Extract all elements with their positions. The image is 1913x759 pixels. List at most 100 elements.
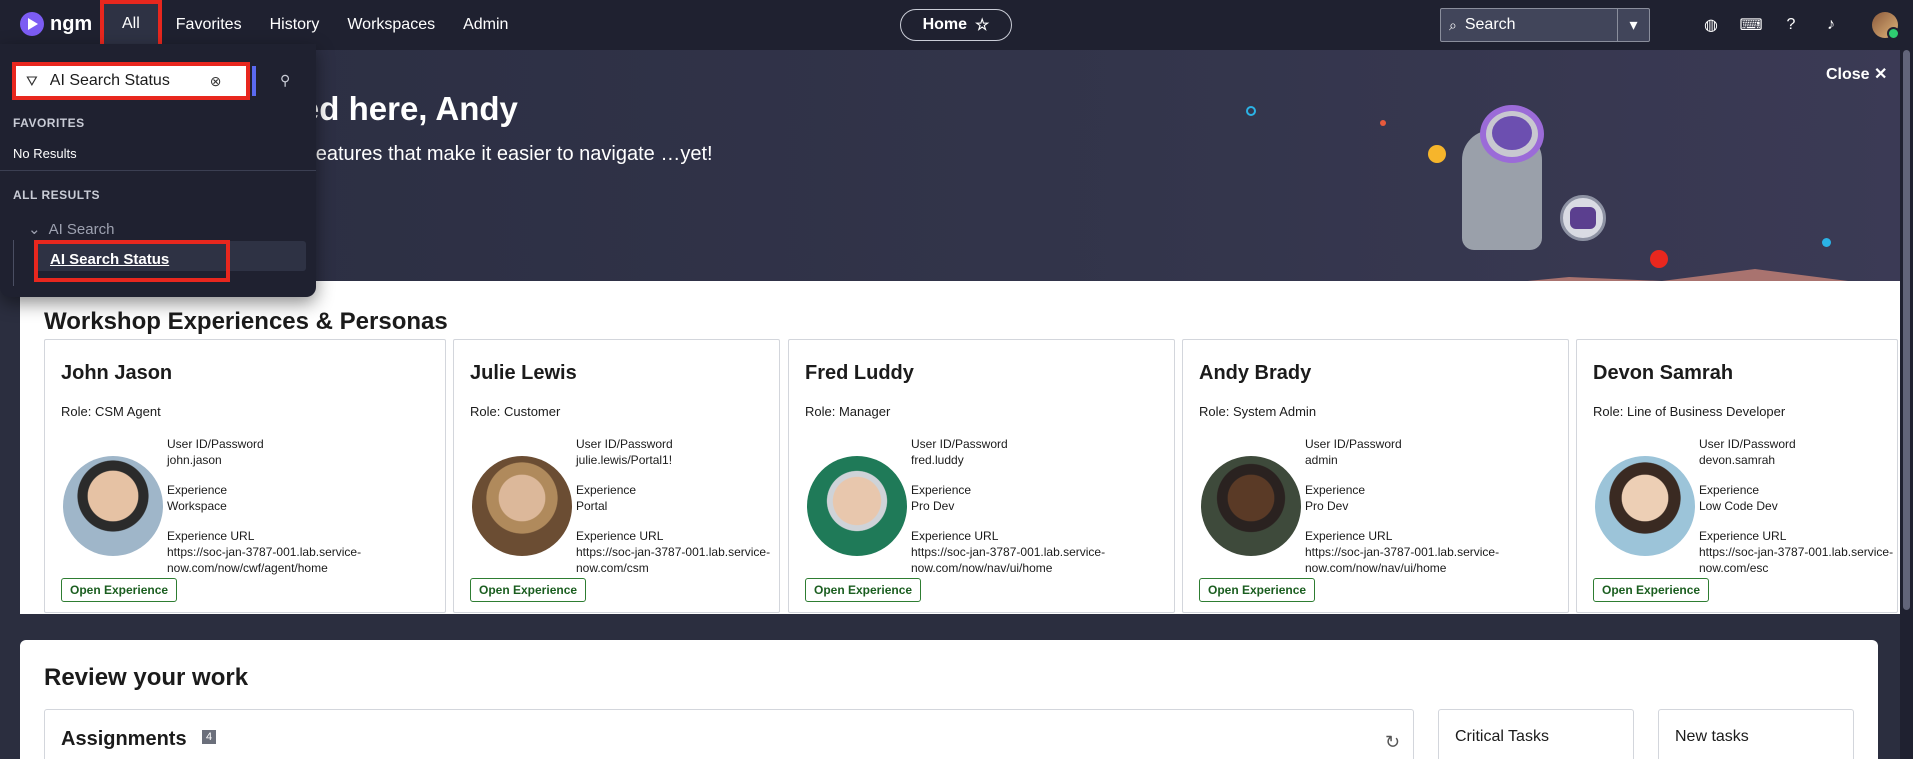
result-item-ai-search-status[interactable]: AI Search Status [50, 251, 169, 268]
nav-favorites[interactable]: Favorites [162, 0, 256, 50]
credentials-value: devon.samrah [1699, 453, 1776, 467]
chevron-down-icon[interactable]: ▾ [1617, 9, 1649, 41]
bell-icon[interactable]: ♪ [1820, 14, 1842, 36]
credentials-value: fred.luddy [911, 453, 964, 467]
experience-value: Workspace [167, 499, 227, 513]
main-nav: All Favorites History Workspaces Admin [100, 0, 522, 50]
section-title: Review your work [44, 664, 249, 691]
help-icon[interactable]: ? [1780, 14, 1802, 36]
persona-details: User ID/Password john.jason Experience W… [167, 436, 437, 576]
close-banner-button[interactable]: Close ✕ [1826, 64, 1887, 84]
search-input[interactable]: Search [1465, 16, 1617, 34]
persona-details: User ID/Password julie.lewis/Portal1! Ex… [576, 436, 776, 576]
persona-role: Role: System Admin [1199, 404, 1317, 419]
planet-decoration [1650, 250, 1668, 268]
home-label: Home [922, 16, 968, 33]
chevron-down-icon[interactable]: ⌄ [28, 220, 41, 238]
logo[interactable]: ngm [20, 12, 92, 36]
avatar [472, 456, 572, 556]
refresh-icon[interactable]: ↻ [1385, 732, 1400, 753]
persona-name: Devon Samrah [1593, 362, 1734, 384]
credentials-label: User ID/Password [576, 437, 673, 451]
persona-card: Andy Brady Role: System Admin User ID/Pa… [1182, 339, 1569, 613]
pin-icon[interactable]: ⚲ [280, 72, 290, 89]
credentials-label: User ID/Password [911, 437, 1008, 451]
experience-label: Experience [167, 483, 228, 497]
credentials-label: User ID/Password [1699, 437, 1796, 451]
experience-value: Portal [576, 499, 608, 513]
open-experience-button[interactable]: Open Experience [1199, 578, 1316, 602]
critical-tasks-card[interactable]: Critical Tasks [1438, 709, 1634, 759]
open-experience-button[interactable]: Open Experience [470, 578, 587, 602]
menu-divider [0, 170, 316, 171]
star-icon[interactable]: ☆ [975, 15, 989, 35]
nav-history[interactable]: History [256, 0, 334, 50]
credentials-value: john.jason [167, 453, 222, 467]
result-group[interactable]: ⌄ AI Search [28, 220, 115, 239]
nav-admin[interactable]: Admin [449, 0, 522, 50]
workshop-section: Workshop Experiences & Personas John Jas… [20, 281, 1900, 614]
avatar [807, 456, 907, 556]
url-label: Experience URL [1305, 529, 1393, 543]
experience-value: Pro Dev [911, 499, 955, 513]
persona-card: Julie Lewis Role: Customer User ID/Passw… [453, 339, 780, 613]
chat-icon[interactable]: ⌨ [1739, 14, 1762, 36]
critical-tasks-label: Critical Tasks [1455, 728, 1549, 745]
top-navigation-bar: ngm All Favorites History Workspaces Adm… [0, 0, 1913, 50]
assignments-card[interactable]: Assignments 4 ↻ [44, 709, 1414, 759]
assignments-title: Assignments [61, 728, 187, 750]
all-menu-dropdown: ⛛ ⊗ ⚲ FAVORITES No Results ALL RESULTS ⌄… [0, 44, 316, 297]
star-decoration [1380, 120, 1386, 126]
credentials-value: admin [1305, 453, 1338, 467]
menu-filter-input[interactable] [49, 72, 210, 90]
home-tab[interactable]: Home ☆ [900, 9, 1012, 41]
experience-label: Experience [911, 483, 972, 497]
global-search[interactable]: ⌕ Search ▾ [1440, 8, 1650, 42]
planet-decoration [1428, 145, 1446, 163]
url-value: https://soc-jan-3787-001.lab.service-now… [167, 545, 362, 575]
result-group-label: AI Search [48, 220, 115, 238]
persona-card: Devon Samrah Role: Line of Business Deve… [1576, 339, 1898, 613]
menu-filter[interactable]: ⛛ ⊗ [12, 62, 250, 100]
url-value: https://soc-jan-3787-001.lab.service-now… [1305, 545, 1500, 575]
open-experience-button[interactable]: Open Experience [805, 578, 922, 602]
scrollbar-thumb[interactable] [1903, 50, 1910, 610]
avatar [1201, 456, 1301, 556]
open-experience-button[interactable]: Open Experience [1593, 578, 1710, 602]
url-value: https://soc-jan-3787-001.lab.service-now… [1699, 545, 1894, 575]
persona-details: User ID/Password admin Experience Pro De… [1305, 436, 1560, 576]
persona-details: User ID/Password devon.samrah Experience… [1699, 436, 1894, 576]
star-decoration [1246, 106, 1256, 116]
user-avatar[interactable] [1872, 12, 1900, 40]
new-tasks-card[interactable]: New tasks [1658, 709, 1854, 759]
section-title: Workshop Experiences & Personas [44, 308, 448, 335]
persona-card: John Jason Role: CSM Agent User ID/Passw… [44, 339, 446, 613]
favorites-heading: FAVORITES [13, 116, 85, 130]
persona-role: Role: Manager [805, 404, 891, 419]
tree-line [13, 240, 14, 286]
nav-all[interactable]: All [100, 0, 162, 48]
avatar [63, 456, 163, 556]
favorites-empty-text: No Results [13, 146, 77, 161]
open-experience-button[interactable]: Open Experience [61, 578, 178, 602]
moon-surface-illustration [1290, 269, 1900, 281]
persona-details: User ID/Password fred.luddy Experience P… [911, 436, 1166, 576]
all-results-heading: ALL RESULTS [13, 188, 101, 202]
clear-icon[interactable]: ⊗ [210, 73, 222, 90]
credentials-label: User ID/Password [167, 437, 264, 451]
persona-role: Role: Line of Business Developer [1593, 404, 1786, 419]
credentials-value: julie.lewis/Portal1! [576, 453, 673, 467]
experience-label: Experience [1305, 483, 1366, 497]
nav-workspaces[interactable]: Workspaces [333, 0, 449, 50]
url-label: Experience URL [911, 529, 999, 543]
avatar [1595, 456, 1695, 556]
filter-icon: ⛛ [26, 72, 38, 89]
globe-icon[interactable]: ◍ [1700, 14, 1722, 36]
experience-value: Low Code Dev [1699, 499, 1778, 513]
persona-card: Fred Luddy Role: Manager User ID/Passwor… [788, 339, 1175, 613]
astronaut-visor [1492, 116, 1532, 150]
url-value: https://soc-jan-3787-001.lab.service-now… [576, 545, 771, 575]
cat-illustration [1570, 207, 1596, 229]
persona-role: Role: Customer [470, 404, 561, 419]
search-icon: ⌕ [1449, 16, 1457, 33]
